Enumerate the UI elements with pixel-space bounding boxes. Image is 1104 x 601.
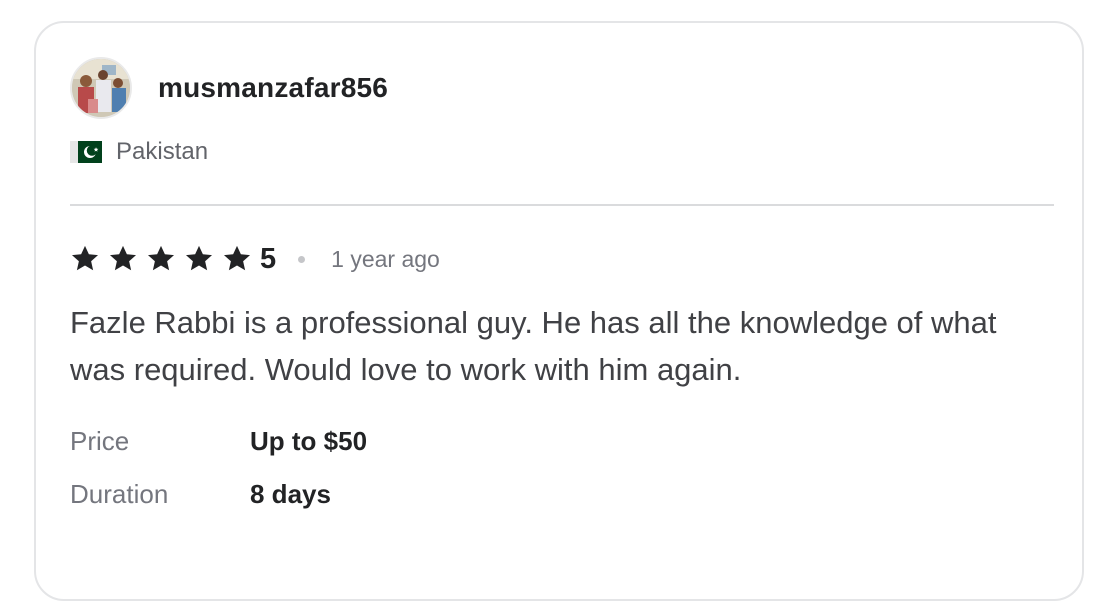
duration-label: Duration: [70, 479, 169, 509]
star-icon: [224, 245, 250, 271]
rating-value: 5: [260, 242, 277, 275]
price-label: Price: [70, 426, 130, 456]
rating-row: 5 1 year ago: [70, 241, 440, 277]
star-icon: [186, 245, 212, 271]
divider: [70, 204, 1054, 206]
separator-dot: [298, 255, 306, 263]
reviewer-header: musmanzafar856: [70, 57, 388, 119]
duration-row: Duration 8 days: [70, 479, 331, 510]
avatar-photo-icon: [72, 59, 130, 117]
star-icon: [148, 245, 174, 271]
pakistan-flag-icon: [70, 141, 102, 163]
country-name: Pakistan: [116, 138, 209, 165]
price-value: Up to $50: [250, 426, 368, 456]
duration-value: 8 days: [250, 479, 331, 509]
review-time: 1 year ago: [331, 245, 440, 272]
review-card: musmanzafar856 Pakistan 5 1 year ago Faz…: [34, 21, 1084, 601]
review-text: Fazle Rabbi is a professional guy. He ha…: [70, 305, 997, 387]
username[interactable]: musmanzafar856: [158, 72, 388, 104]
country-row: Pakistan: [70, 138, 208, 166]
star-rating: [70, 244, 260, 274]
price-row: Price Up to $50: [70, 426, 367, 457]
avatar[interactable]: [70, 57, 132, 119]
star-icon: [72, 245, 98, 271]
star-icon: [110, 245, 136, 271]
